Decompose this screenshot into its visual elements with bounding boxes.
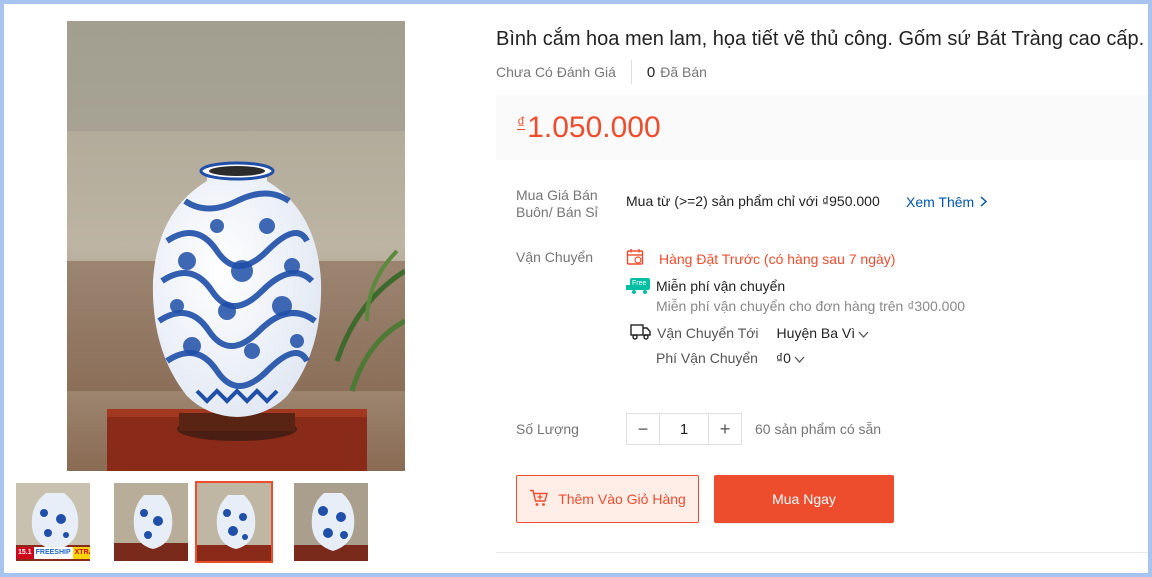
free-badge: Free (632, 280, 647, 287)
ship-to-value: Huyện Ba Vì (776, 325, 856, 341)
thumbnail-3-selected[interactable] (195, 481, 273, 563)
preorder-text: Hàng Đặt Trước (có hàng sau 7 ngày) (659, 250, 896, 267)
ship-to-label: Vận Chuyển Tới (657, 325, 759, 341)
stock-available: 60 sản phẩm có sẵn (755, 421, 882, 437)
chevron-right-icon (980, 194, 988, 210)
free-shipping-truck-icon: Free (626, 277, 652, 295)
product-price: 1.050.000 (527, 110, 661, 144)
free-shipping-note: Miễn phí vận chuyển cho đơn hàng trên ₫3… (656, 298, 966, 314)
currency-symbol: ₫ (517, 115, 526, 132)
ship-to-selector[interactable]: Huyện Ba Vì (777, 325, 870, 341)
add-to-cart-label: Thêm Vào Giỏ Hàng (558, 491, 686, 507)
shipping-label: Vận Chuyển (516, 249, 594, 265)
ship-to-row: Vận Chuyển Tới Huyện Ba Vì (630, 323, 869, 343)
wholesale-offer: Mua từ (>=2) sản phẩm chỉ với ₫950.000 (626, 193, 880, 209)
meta-divider (630, 60, 632, 84)
thumbnail-1[interactable]: 15.1 FREESHIP XTRA (14, 481, 92, 563)
rating-text: Chưa Có Đánh Giá (496, 64, 616, 80)
quantity-increase-button[interactable]: + (709, 414, 741, 444)
calendar-icon (626, 248, 644, 269)
quantity-decrease-button[interactable]: − (627, 414, 659, 444)
section-divider (496, 552, 1148, 553)
wholesale-label: Mua Giá Bán Buôn/ Bán Sỉ (516, 187, 598, 220)
buy-now-button[interactable]: Mua Ngay (714, 475, 894, 523)
shipping-fee-row: Phí Vận Chuyển ₫0 (656, 350, 805, 366)
quantity-input[interactable]: 1 (659, 414, 709, 444)
truck-icon (630, 323, 651, 343)
sold-count: 0 (646, 63, 656, 81)
shipping-fee-label: Phí Vận Chuyển (656, 350, 758, 366)
thumbnail-strip: 15.1 FREESHIP XTRA (14, 481, 374, 563)
shipping-fee-value: ₫0 (775, 350, 791, 366)
thumbnail-4[interactable] (292, 481, 370, 563)
product-title: Bình cắm hoa men lam, họa tiết vẽ thủ cô… (496, 28, 1145, 50)
see-more-link[interactable]: Xem Thêm (906, 194, 988, 210)
free-shipping-title: Miễn phí vận chuyển (656, 278, 786, 294)
preorder-notice: Hàng Đặt Trước (có hàng sau 7 ngày) (626, 248, 895, 269)
chevron-down-icon (858, 325, 869, 341)
cart-add-icon (529, 489, 549, 510)
add-to-cart-button[interactable]: Thêm Vào Giỏ Hàng (516, 475, 699, 523)
sold-label: Đã Bán (660, 64, 707, 80)
see-more-label: Xem Thêm (906, 194, 975, 210)
free-shipping-row: Free Miễn phí vận chuyển (626, 277, 785, 295)
chevron-down-icon (794, 350, 805, 366)
main-product-image[interactable] (67, 21, 405, 471)
promo-badge: 15.1 FREESHIP XTRA (16, 547, 90, 559)
product-meta: Chưa Có Đánh Giá 0 Đã Bán (496, 60, 707, 84)
shipping-fee-selector[interactable]: ₫0 (776, 350, 805, 366)
thumbnail-2[interactable] (112, 481, 190, 563)
quantity-stepper: − 1 + (626, 413, 742, 445)
quantity-label: Số Lượng (516, 421, 579, 437)
price-box: ₫ 1.050.000 (496, 95, 1152, 160)
